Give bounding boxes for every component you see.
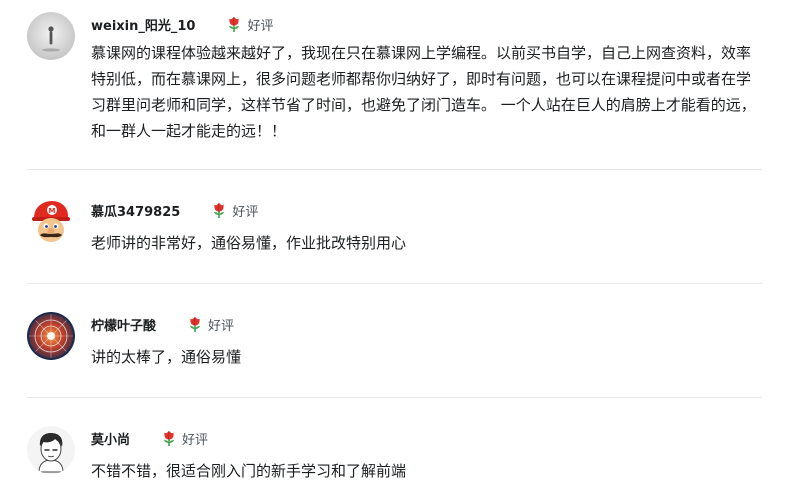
avatar-standing-figure-icon	[27, 12, 75, 60]
review-item: M 慕瓜3479825 好评 老师讲的非常好，通俗易懂，作业批改特别用心	[0, 170, 785, 284]
rating-label: 好评	[232, 204, 259, 220]
avatar[interactable]: M	[27, 198, 75, 246]
review-meta: weixin_阳光_10 好评	[91, 14, 274, 34]
rating: 好评	[160, 429, 208, 448]
flower-icon	[160, 429, 178, 447]
review-content: 慕课网的课程体验越来越好了，我现在只在慕课网上学编程。以前买书自学，自己上网查资…	[91, 44, 756, 140]
username[interactable]: 柠檬叶子酸	[91, 315, 156, 334]
flower-icon	[210, 201, 228, 219]
rating: 好评	[225, 15, 274, 34]
flower-icon	[225, 15, 243, 33]
flower-icon	[186, 315, 204, 333]
rating-label: 好评	[182, 432, 209, 448]
review-item: 柠檬叶子酸 好评 讲的太棒了，通俗易懂	[0, 284, 785, 398]
review-content: 老师讲的非常好，通俗易懂，作业批改特别用心	[91, 234, 407, 252]
rating-label: 好评	[247, 18, 274, 34]
avatar[interactable]	[27, 12, 75, 60]
review-meta: 柠檬叶子酸 好评	[91, 314, 234, 334]
avatar-dartboard-icon	[27, 312, 75, 360]
review-content: 不错不错，很适合刚入门的新手学习和了解前端	[91, 462, 407, 480]
review-item: 莫小尚 好评 不错不错，很适合刚入门的新手学习和了解前端	[0, 398, 785, 490]
username[interactable]: weixin_阳光_10	[91, 15, 195, 34]
username[interactable]: 慕瓜3479825	[91, 201, 180, 220]
avatar-cartoon-boy-icon	[27, 426, 75, 474]
svg-text:M: M	[49, 207, 56, 215]
review-content: 讲的太棒了，通俗易懂	[91, 348, 242, 366]
rating-label: 好评	[208, 318, 235, 334]
avatar[interactable]	[27, 312, 75, 360]
rating: 好评	[186, 315, 234, 334]
review-meta: 慕瓜3479825 好评	[91, 200, 258, 220]
review-meta: 莫小尚 好评	[91, 428, 208, 448]
review-item: weixin_阳光_10 好评 慕课网的课程体验越来越好了，我现在只在慕课网上学…	[0, 0, 785, 170]
rating: 好评	[210, 201, 258, 220]
avatar-mario-icon: M	[27, 198, 75, 246]
username[interactable]: 莫小尚	[91, 429, 130, 448]
avatar[interactable]	[27, 426, 75, 474]
